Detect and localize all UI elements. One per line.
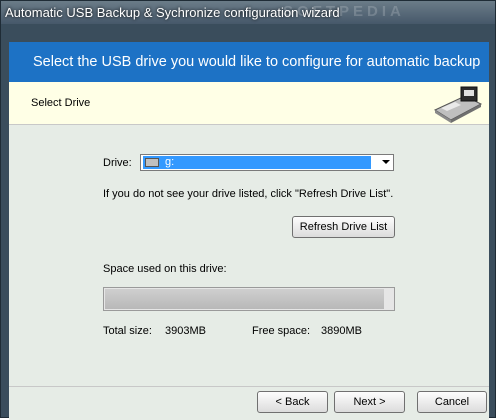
usb-drive-icon — [433, 86, 483, 123]
watermark: SOFTPEDIA — [283, 3, 405, 20]
selected-drive: g: — [143, 156, 371, 169]
wizard-window: Automatic USB Backup & Sychronize config… — [0, 0, 496, 420]
back-button[interactable]: < Back — [257, 391, 328, 413]
next-button[interactable]: Next > — [334, 391, 405, 413]
chevron-down-icon[interactable] — [382, 160, 390, 164]
instruction-banner: Select the USB drive you would like to c… — [9, 42, 489, 82]
total-size-value: 3903MB — [165, 325, 206, 337]
section-header: Select Drive — [9, 82, 489, 125]
total-size-label: Total size: — [103, 325, 152, 337]
drive-select[interactable]: g: — [140, 154, 394, 171]
free-space-label: Free space: — [252, 325, 311, 337]
drive-label: Drive: — [103, 157, 132, 169]
content-panel — [9, 82, 489, 386]
cancel-button[interactable]: Cancel — [417, 391, 487, 413]
banner-heading: Select the USB drive you would like to c… — [33, 54, 481, 70]
space-used-bar — [103, 287, 395, 311]
refresh-drive-list-button[interactable]: Refresh Drive List — [292, 216, 395, 238]
drive-icon — [145, 158, 159, 167]
section-title: Select Drive — [31, 97, 91, 109]
drive-hint: If you do not see your drive listed, cli… — [103, 188, 394, 200]
free-space-value: 3890MB — [321, 325, 362, 337]
space-used-fill — [105, 289, 384, 309]
space-label: Space used on this drive: — [103, 263, 227, 275]
selected-drive-value: g: — [165, 156, 175, 168]
title-bar[interactable]: Automatic USB Backup & Sychronize config… — [1, 1, 495, 24]
